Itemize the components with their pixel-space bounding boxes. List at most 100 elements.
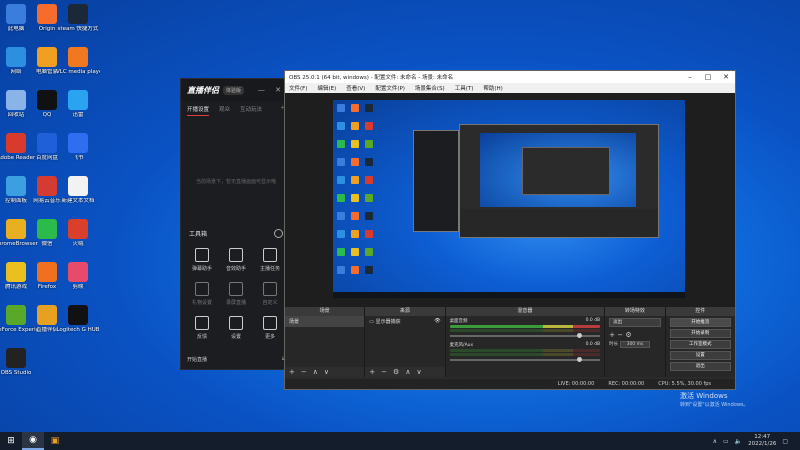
desktop-icon[interactable]: 飞书	[56, 133, 100, 162]
window-controls[interactable]: — ✕	[258, 86, 285, 94]
volume-slider[interactable]	[449, 357, 601, 362]
mini-desktop-icon	[337, 122, 345, 130]
mini-desktop-icon	[337, 176, 345, 184]
start-live-button[interactable]: 开始直播	[187, 356, 207, 363]
remove-source-icon[interactable]: −	[381, 368, 387, 376]
volume-icon[interactable]: 🔈	[735, 438, 742, 445]
add-source-icon[interactable]: +	[369, 368, 375, 376]
tool-label: 礼物设置	[191, 300, 212, 306]
minimize-icon[interactable]: –	[681, 73, 699, 81]
app-icon	[68, 219, 88, 239]
desktop-icon[interactable]: Logitech G HUB	[56, 305, 100, 334]
mini-desktop-icon	[365, 248, 373, 256]
menu-item[interactable]: 配置文件(P)	[375, 84, 405, 92]
rec-time: REC: 00:00:00	[608, 381, 645, 387]
desktop-icon[interactable]: steam 快捷方式	[56, 4, 100, 33]
mini-desktop-icon	[351, 104, 359, 112]
app-icon	[6, 4, 26, 24]
nested-obs-window	[459, 124, 659, 238]
maximize-icon[interactable]: □	[699, 73, 717, 81]
obs-preview[interactable]	[285, 93, 735, 318]
tool-item[interactable]: 设置	[219, 316, 253, 340]
app-icon	[68, 305, 88, 325]
duration-input[interactable]: 300 ms	[619, 341, 651, 348]
start-streaming-button[interactable]: 开始推流	[669, 318, 731, 327]
add-transition-icon[interactable]: +	[609, 331, 615, 339]
taskbar-obs-icon[interactable]: ◉	[22, 432, 44, 450]
start-recording-button[interactable]: 开始录制	[669, 329, 731, 338]
volume-slider[interactable]	[449, 333, 601, 338]
tool-item[interactable]: 自定义	[253, 282, 287, 306]
menu-item[interactable]: 帮助(H)	[483, 84, 502, 92]
desktop-icon[interactable]: VLC media player	[56, 47, 100, 76]
tool-item[interactable]: 主播任务	[253, 248, 287, 272]
menu-item[interactable]: 场景集合(S)	[415, 84, 445, 92]
clock-time: 12:47	[754, 434, 771, 440]
mini-desktop-icon	[337, 140, 345, 148]
desktop-icon[interactable]: OBS Studio	[0, 348, 38, 377]
mixer-dock: 混音器 桌面音频 0.0 dB 麦克风/Aux 0.0 dB	[445, 307, 606, 377]
scene-item[interactable]: 场景	[285, 316, 365, 327]
desktop-icon[interactable]: 剪映	[56, 262, 100, 291]
desktop-icon[interactable]: 火绒	[56, 219, 100, 248]
clock[interactable]: 12:47 2022/1/26	[748, 434, 776, 448]
tab-interactive[interactable]: 互动玩法	[240, 105, 262, 116]
source-down-icon[interactable]: ∨	[416, 368, 421, 376]
studio-mode-button[interactable]: 工作室模式	[669, 340, 731, 349]
app-icon	[37, 47, 57, 67]
menu-item[interactable]: 查看(V)	[346, 84, 365, 92]
tool-icon	[229, 248, 243, 262]
menu-item[interactable]: 编辑(E)	[317, 84, 336, 92]
move-up-icon[interactable]: ∧	[313, 368, 318, 376]
nested-obs-docks	[460, 209, 658, 237]
source-item[interactable]: ▭ 显示器捕获 👁	[365, 316, 444, 327]
source-up-icon[interactable]: ∧	[405, 368, 410, 376]
tool-item[interactable]: 反馈	[185, 316, 219, 340]
network-icon[interactable]: ▭	[723, 438, 729, 445]
remove-scene-icon[interactable]: −	[301, 368, 307, 376]
app-icon	[6, 90, 26, 110]
add-scene-icon[interactable]: +	[289, 368, 295, 376]
tray-expand-icon[interactable]: ∧	[713, 438, 717, 445]
visibility-eye-icon[interactable]: 👁	[434, 318, 440, 324]
close-icon[interactable]: ✕	[717, 73, 735, 81]
remove-transition-icon[interactable]: −	[617, 331, 623, 339]
app-icon	[37, 176, 57, 196]
mini-desktop-icon	[337, 194, 345, 202]
preview-canvas[interactable]	[333, 100, 685, 298]
notifications-icon[interactable]: ▢	[782, 438, 788, 445]
source-settings-icon[interactable]: ⚙	[393, 368, 399, 376]
tab-stream-settings[interactable]: 开播设置	[187, 105, 210, 116]
tool-item[interactable]: 弹幕助手	[185, 248, 219, 272]
version-badge[interactable]: 体验版	[223, 85, 245, 95]
obs-menubar: 文件(F) 编辑(E) 查看(V) 配置文件(P) 场景集合(S) 工具(T) 帮助(H)	[285, 83, 735, 93]
scenes-toolbar: + − ∧ ∨	[285, 367, 365, 377]
desktop-icon[interactable]: 迅雷	[56, 90, 100, 119]
scenes-dock: 场景 场景 + − ∧ ∨	[285, 307, 366, 377]
transition-settings-icon[interactable]: ⚙	[625, 331, 631, 339]
tab-audience[interactable]: 观众	[219, 105, 230, 116]
tool-item[interactable]: 礼物设置	[185, 282, 219, 306]
app-icon	[37, 90, 57, 110]
track-name: 麦克风/Aux	[449, 343, 474, 348]
menu-item[interactable]: 工具(T)	[455, 84, 474, 92]
mini-desktop-icon	[365, 230, 373, 238]
desktop-icon-label: 新建文本文档	[61, 198, 95, 204]
toolbox-grid: 弹幕助手 音效助手 主播任务礼物设置 录屏直播 自定义反馈 设置 更多	[181, 238, 291, 340]
tool-item[interactable]: 更多	[253, 316, 287, 340]
settings-button[interactable]: 设置	[669, 351, 731, 360]
start-button[interactable]: ⊞	[0, 432, 22, 450]
move-down-icon[interactable]: ∨	[324, 368, 329, 376]
companion-header: 直播伴侣 体验版 — ✕	[181, 79, 291, 101]
tool-item[interactable]: 音效助手	[219, 248, 253, 272]
desktop-icon-label: 飞书	[72, 155, 84, 161]
mini-desktop-icon	[351, 212, 359, 220]
exit-button[interactable]: 退出	[669, 362, 731, 371]
watermark-title: 激活 Windows	[680, 392, 728, 400]
menu-item[interactable]: 文件(F)	[289, 84, 307, 92]
desktop-icon[interactable]: 新建文本文档	[56, 176, 100, 205]
tool-item[interactable]: 录屏直播	[219, 282, 253, 306]
toolbox-settings-icon[interactable]	[274, 229, 283, 238]
transition-select[interactable]: 淡出	[609, 318, 661, 327]
taskbar-companion-icon[interactable]: ▣	[44, 432, 66, 450]
